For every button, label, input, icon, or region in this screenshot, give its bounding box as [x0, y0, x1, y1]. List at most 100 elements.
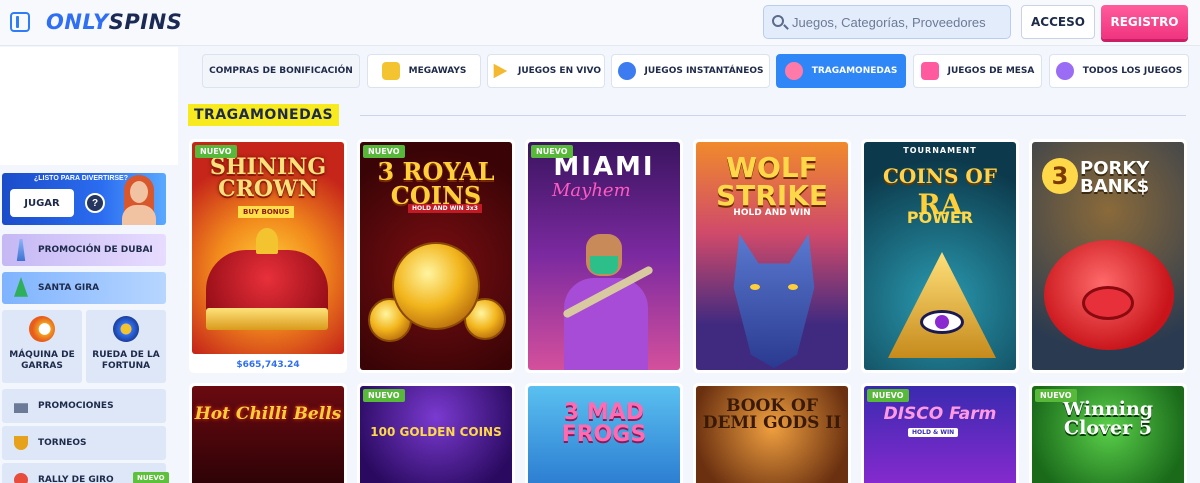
- eye-icon: [920, 310, 964, 334]
- sidebar-toggle-icon[interactable]: [10, 12, 30, 32]
- game-title: PORKY BANK$: [1080, 158, 1150, 197]
- game-card[interactable]: 3 PORKY BANK$: [1029, 139, 1187, 373]
- game-title: WOLF STRIKE: [715, 151, 829, 212]
- game-thumbnail: NUEVO SHINING CROWN BUY BONUS: [192, 142, 344, 354]
- tree-icon: [14, 277, 28, 297]
- game-title: COINS OF: [882, 164, 997, 188]
- game-card[interactable]: WOLF STRIKE HOLD AND WIN: [693, 139, 851, 373]
- claw-icon: [29, 316, 55, 342]
- game-subtitle: BUY BONUS: [238, 206, 295, 218]
- sidebar-item-rally[interactable]: RALLY DE GIRO NUEVO: [2, 463, 169, 483]
- game-thumbnail: NUEVO DISCO Farm HOLD & WIN: [864, 386, 1016, 483]
- game-card[interactable]: NUEVO SHINING CROWN BUY BONUS $665,743.2…: [189, 139, 347, 373]
- search-input[interactable]: [792, 12, 1006, 32]
- game-subtitle: Mayhem: [552, 180, 631, 201]
- pyramid-illustration: [888, 252, 996, 358]
- game-title: 3 MAD FROGS: [561, 400, 647, 447]
- wolf-eye: [788, 284, 798, 290]
- all-games-icon: [1055, 62, 1074, 80]
- game-thumbnail: 3 MAD FROGS: [528, 386, 680, 483]
- site-logo[interactable]: ONLYSPINS: [46, 10, 182, 34]
- slots-icon: [784, 62, 803, 80]
- jackpot-amount: $665,743.24: [236, 360, 300, 370]
- register-button[interactable]: REGISTRO: [1101, 5, 1188, 39]
- game-title: BOOK OF DEMI GODS II: [702, 396, 842, 433]
- game-title: DISCO Farm: [883, 404, 997, 424]
- tab-all-games[interactable]: TODOS LOS JUEGOS: [1049, 54, 1189, 88]
- gift-icon: [14, 403, 28, 413]
- game-title: 3 ROYAL COINS: [377, 157, 495, 210]
- new-badge: NUEVO: [363, 145, 405, 158]
- game-thumbnail: TOURNAMENT COINS OF RA POWER: [864, 142, 1016, 370]
- game-card[interactable]: 3 MAD FROGS: [525, 383, 683, 483]
- new-badge: NUEVO: [195, 145, 237, 158]
- game-thumbnail: NUEVO Winning Clover 5: [1032, 386, 1184, 483]
- game-thumbnail: 3 PORKY BANK$: [1032, 142, 1184, 370]
- login-button[interactable]: ACCESO: [1021, 5, 1095, 39]
- sidebar-item-label: SANTA GIRA: [38, 283, 100, 293]
- tab-slots[interactable]: TRAGAMONEDAS: [776, 54, 906, 88]
- search-icon: [772, 15, 784, 27]
- crown-icon: [206, 228, 328, 340]
- cards-icon: [920, 62, 939, 80]
- game-card[interactable]: NUEVO Winning Clover 5: [1029, 383, 1187, 483]
- game-card[interactable]: TOURNAMENT COINS OF RA POWER: [861, 139, 1019, 373]
- game-thumbnail: BOOK OF DEMI GODS II: [696, 386, 848, 483]
- coin-icon: [392, 242, 480, 330]
- logo-text-only: ONLY: [46, 10, 109, 34]
- rally-icon: [14, 473, 28, 483]
- sidebar-item-label: PROMOCIONES: [38, 401, 114, 411]
- tab-megaways[interactable]: MEGAWAYS: [367, 54, 481, 88]
- game-card[interactable]: NUEVO 100 GOLDEN COINS: [357, 383, 515, 483]
- play-button[interactable]: JUGAR: [10, 189, 74, 217]
- wolf-eye: [750, 284, 760, 290]
- help-icon[interactable]: ?: [85, 193, 105, 213]
- tab-table-games[interactable]: JUEGOS DE MESA: [913, 54, 1042, 88]
- pig-snout: [1082, 286, 1134, 320]
- search-box[interactable]: [763, 5, 1011, 39]
- wolf-illustration: [733, 234, 815, 368]
- category-tabs: COMPRAS DE BONIFICACIÓN MEGAWAYS JUEGOS …: [180, 51, 1200, 91]
- game-card[interactable]: Hot Chilli Bells: [189, 383, 347, 483]
- sidebar-tile-claw[interactable]: MÁQUINA DE GARRAS: [2, 310, 82, 383]
- sidebar-item-tournaments[interactable]: TORNEOS: [2, 426, 166, 460]
- game-number: 3: [1042, 158, 1078, 194]
- new-badge: NUEVO: [133, 472, 169, 483]
- tab-bonus-buy[interactable]: COMPRAS DE BONIFICACIÓN: [202, 54, 360, 88]
- character-illustration: [558, 234, 655, 370]
- new-badge: NUEVO: [867, 389, 909, 402]
- game-thumbnail: Hot Chilli Bells: [192, 386, 344, 483]
- game-card[interactable]: NUEVO 3 ROYAL COINS HOLD AND WIN 3x3: [357, 139, 515, 373]
- promo-banner[interactable]: ¿LISTO PARA DIVERTIRSE? JUGAR ?: [2, 173, 166, 225]
- game-card[interactable]: BOOK OF DEMI GODS II: [693, 383, 851, 483]
- game-card[interactable]: NUEVO DISCO Farm HOLD & WIN: [861, 383, 1019, 483]
- megaways-icon: [381, 62, 400, 80]
- top-header: ONLYSPINS ACCESO REGISTRO: [0, 0, 1200, 46]
- sidebar: ¿LISTO PARA DIVERTIRSE? JUGAR ? PROMOCIÓ…: [0, 47, 178, 483]
- tab-instant-games[interactable]: JUEGOS INSTANTÁNEOS: [611, 54, 770, 88]
- tab-label: TRAGAMONEDAS: [811, 66, 898, 76]
- game-subtitle: HOLD & WIN: [908, 428, 959, 437]
- section-divider: [360, 115, 1186, 116]
- tab-label: JUEGOS INSTANTÁNEOS: [644, 66, 764, 76]
- sidebar-item-label: PROMOCIÓN DE DUBAI: [38, 245, 153, 255]
- new-badge: NUEVO: [363, 389, 405, 402]
- sidebar-tile-wheel[interactable]: RUEDA DE LA FORTUNA: [86, 310, 166, 383]
- tab-label: TODOS LOS JUEGOS: [1082, 66, 1183, 76]
- logo-text-spins: SPINS: [108, 10, 183, 34]
- tower-icon: [16, 239, 26, 261]
- sidebar-item-label: TORNEOS: [38, 438, 87, 448]
- new-badge: NUEVO: [531, 145, 573, 158]
- tournament-label: TOURNAMENT: [903, 146, 977, 155]
- game-card[interactable]: NUEVO MIAMI Mayhem: [525, 139, 683, 373]
- game-title: SHINING CROWN: [209, 154, 327, 202]
- tab-live-games[interactable]: JUEGOS EN VIVO: [487, 54, 605, 88]
- sidebar-item-dubai-promo[interactable]: PROMOCIÓN DE DUBAI: [2, 234, 166, 266]
- game-title: Hot Chilli Bells: [194, 404, 342, 424]
- sidebar-item-santa[interactable]: SANTA GIRA: [2, 272, 166, 304]
- tab-label: JUEGOS EN VIVO: [517, 66, 602, 76]
- sidebar-item-promotions[interactable]: PROMOCIONES: [2, 389, 166, 423]
- tile-label: RUEDA DE LA FORTUNA: [92, 350, 160, 371]
- trophy-icon: [14, 436, 28, 450]
- tab-label: JUEGOS DE MESA: [947, 66, 1035, 76]
